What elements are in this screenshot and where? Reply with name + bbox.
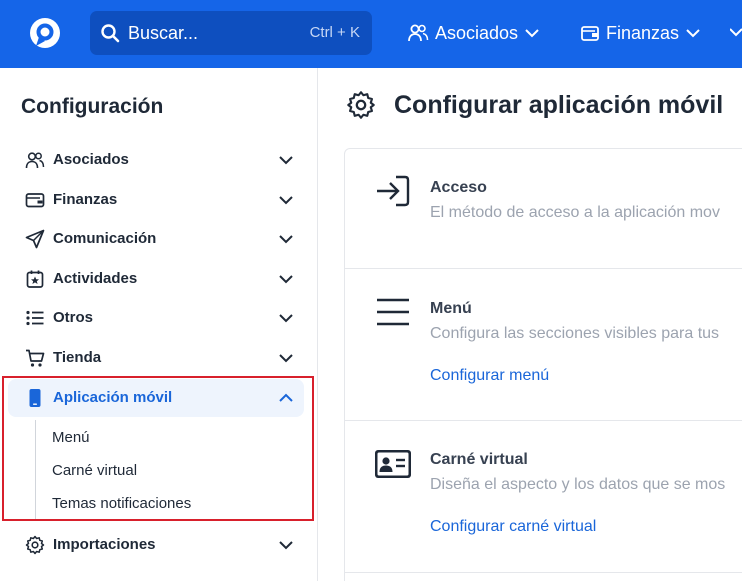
gear-icon <box>25 535 45 555</box>
section-title-acceso: Acceso <box>430 179 487 196</box>
send-icon <box>25 229 45 249</box>
sidebar-item-importaciones[interactable]: Importaciones <box>8 526 304 564</box>
gear-icon <box>347 91 375 119</box>
chevron-down-icon <box>686 29 700 38</box>
sidebar-item-label: Finanzas <box>53 191 118 208</box>
section-divider <box>344 420 742 421</box>
search-shortcut: Ctrl + K <box>309 24 360 41</box>
chevron-down-icon <box>279 275 293 284</box>
sidebar-item-actividades[interactable]: Actividades <box>8 260 304 298</box>
configure-virtual-card-link[interactable]: Configurar carné virtual <box>430 517 596 537</box>
sidebar-item-asociados[interactable]: Asociados <box>8 141 304 179</box>
chevron-down-icon <box>279 354 293 363</box>
calendar-star-icon <box>26 270 44 288</box>
sidebar-item-label: Tienda <box>53 349 102 366</box>
section-desc-carne-virtual: Diseña el aspecto y los datos que se mos <box>430 476 726 493</box>
wallet-icon <box>25 193 45 208</box>
page-title: Configurar aplicación móvil <box>394 91 724 119</box>
chevron-down-icon <box>279 314 293 323</box>
sidebar-item-label: Otros <box>53 309 94 326</box>
chevron-down-icon <box>279 156 293 165</box>
sidebar-title: Configuración <box>21 95 164 118</box>
top-bar: Buscar... Ctrl + K Asociados Finanzas <box>0 0 742 68</box>
search-icon <box>101 24 120 43</box>
section-title-carne-virtual: Carné virtual <box>430 451 528 468</box>
section-divider <box>344 572 742 573</box>
sidebar-item-comunicacion[interactable]: Comunicación <box>8 220 304 258</box>
users-icon <box>25 152 45 169</box>
section-title-menu: Menú <box>430 300 472 317</box>
topnav-finanzas[interactable]: Finanzas <box>580 20 701 46</box>
section-desc-acceso: El método de acceso a la aplicación mov <box>430 204 720 221</box>
id-card-icon <box>375 450 411 478</box>
section-desc-menu: Configura las secciones visibles para tu… <box>430 325 720 342</box>
wallet-icon <box>581 26 599 41</box>
sidebar-item-label: Actividades <box>53 270 138 287</box>
menu-icon <box>377 298 409 326</box>
highlight-box <box>2 376 314 521</box>
chevron-down-icon <box>730 28 742 37</box>
sidebar-item-label: Importaciones <box>53 536 156 553</box>
configure-menu-link[interactable]: Configurar menú <box>430 366 549 386</box>
page-header: Configurar aplicación móvil <box>346 88 723 122</box>
section-divider <box>344 268 742 269</box>
chevron-down-icon <box>279 235 293 244</box>
chevron-down-icon <box>525 29 539 38</box>
cart-icon <box>26 349 45 367</box>
search-box[interactable]: Buscar... Ctrl + K <box>90 11 372 55</box>
sidebar-item-tienda[interactable]: Tienda <box>8 339 304 377</box>
sidebar-item-otros[interactable]: Otros <box>8 299 304 337</box>
topnav-more[interactable] <box>730 20 742 46</box>
app-logo-icon[interactable] <box>27 15 63 51</box>
sidebar-item-finanzas[interactable]: Finanzas <box>8 181 304 219</box>
users-icon <box>408 24 429 42</box>
topnav-asociados-label: Asociados <box>435 23 519 43</box>
topnav-asociados[interactable]: Asociados <box>407 20 540 46</box>
chevron-down-icon <box>279 196 293 205</box>
sign-in-icon <box>377 175 410 207</box>
topnav-finanzas-label: Finanzas <box>606 23 680 43</box>
search-placeholder: Buscar... <box>128 23 199 43</box>
list-icon <box>26 310 44 326</box>
chevron-down-icon <box>279 541 293 550</box>
sidebar-item-label: Comunicación <box>53 230 157 247</box>
sidebar-item-label: Asociados <box>53 151 129 168</box>
